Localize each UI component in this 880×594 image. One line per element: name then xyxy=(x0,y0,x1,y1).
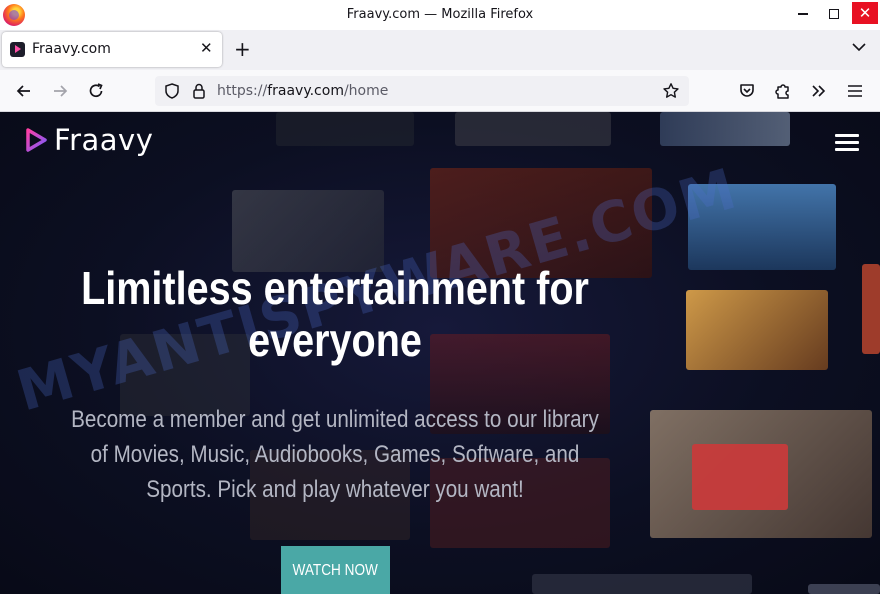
forward-icon[interactable] xyxy=(50,81,70,101)
background-poster xyxy=(232,190,384,272)
tab-strip: Fraavy.com ✕ + xyxy=(0,30,880,70)
background-poster xyxy=(276,112,414,146)
extensions-icon[interactable] xyxy=(773,81,793,101)
play-logo-icon xyxy=(26,128,47,152)
maximize-icon xyxy=(829,9,839,19)
tab-close-button[interactable]: ✕ xyxy=(200,39,213,57)
hamburger-menu-button[interactable] xyxy=(835,134,859,152)
url-path: /home xyxy=(343,83,389,99)
shield-icon[interactable] xyxy=(163,82,181,100)
watch-now-label: WATCH NOW xyxy=(292,562,379,579)
reload-icon[interactable] xyxy=(86,81,106,101)
watch-now-button[interactable]: WATCH NOW xyxy=(281,546,390,594)
background-poster xyxy=(532,574,752,594)
fraavy-play-icon xyxy=(10,42,25,57)
background-poster xyxy=(692,444,788,510)
background-poster xyxy=(455,112,611,146)
back-icon[interactable] xyxy=(14,81,34,101)
headline-line-2: everyone xyxy=(248,314,422,366)
hero-headline: Limitless entertainment for everyone xyxy=(64,262,606,366)
url-scheme: https:// xyxy=(217,83,268,99)
bookmark-star-icon[interactable] xyxy=(662,82,680,100)
background-poster xyxy=(686,290,828,370)
close-icon: ✕ xyxy=(858,4,872,22)
app-menu-icon[interactable] xyxy=(845,81,865,101)
minimize-button[interactable] xyxy=(789,0,817,28)
background-poster xyxy=(660,112,790,146)
url-text[interactable]: https://fraavy.com/home xyxy=(217,83,388,99)
url-host: fraavy.com xyxy=(267,83,344,99)
overflow-icon[interactable] xyxy=(809,81,829,101)
site-logo[interactable]: Fraavy xyxy=(24,123,154,157)
window-titlebar: Fraavy.com — Mozilla Firefox ✕ xyxy=(0,0,880,30)
tab-fraavy[interactable]: Fraavy.com ✕ xyxy=(2,32,222,67)
url-bar[interactable]: https://fraavy.com/home xyxy=(155,76,689,106)
brand-name: Fraavy xyxy=(54,123,154,157)
pocket-icon[interactable] xyxy=(737,81,757,101)
hero-subheadline: Become a member and get unlimited access… xyxy=(71,406,599,503)
new-tab-button[interactable]: + xyxy=(234,37,251,61)
web-page: MYANTISPYWARE.COM Fraavy Limitless enter… xyxy=(0,112,880,594)
navigation-bar: https://fraavy.com/home xyxy=(0,70,880,112)
lock-icon[interactable] xyxy=(190,82,208,100)
background-poster xyxy=(862,264,880,354)
tab-title: Fraavy.com xyxy=(32,41,111,57)
minimize-icon xyxy=(798,13,808,15)
background-poster xyxy=(808,584,880,594)
chevron-down-icon[interactable] xyxy=(850,38,868,56)
maximize-button[interactable] xyxy=(820,0,848,28)
window-title: Fraavy.com — Mozilla Firefox xyxy=(346,7,534,22)
headline-line-1: Limitless entertainment for xyxy=(81,262,589,314)
close-window-button[interactable]: ✕ xyxy=(852,2,878,24)
